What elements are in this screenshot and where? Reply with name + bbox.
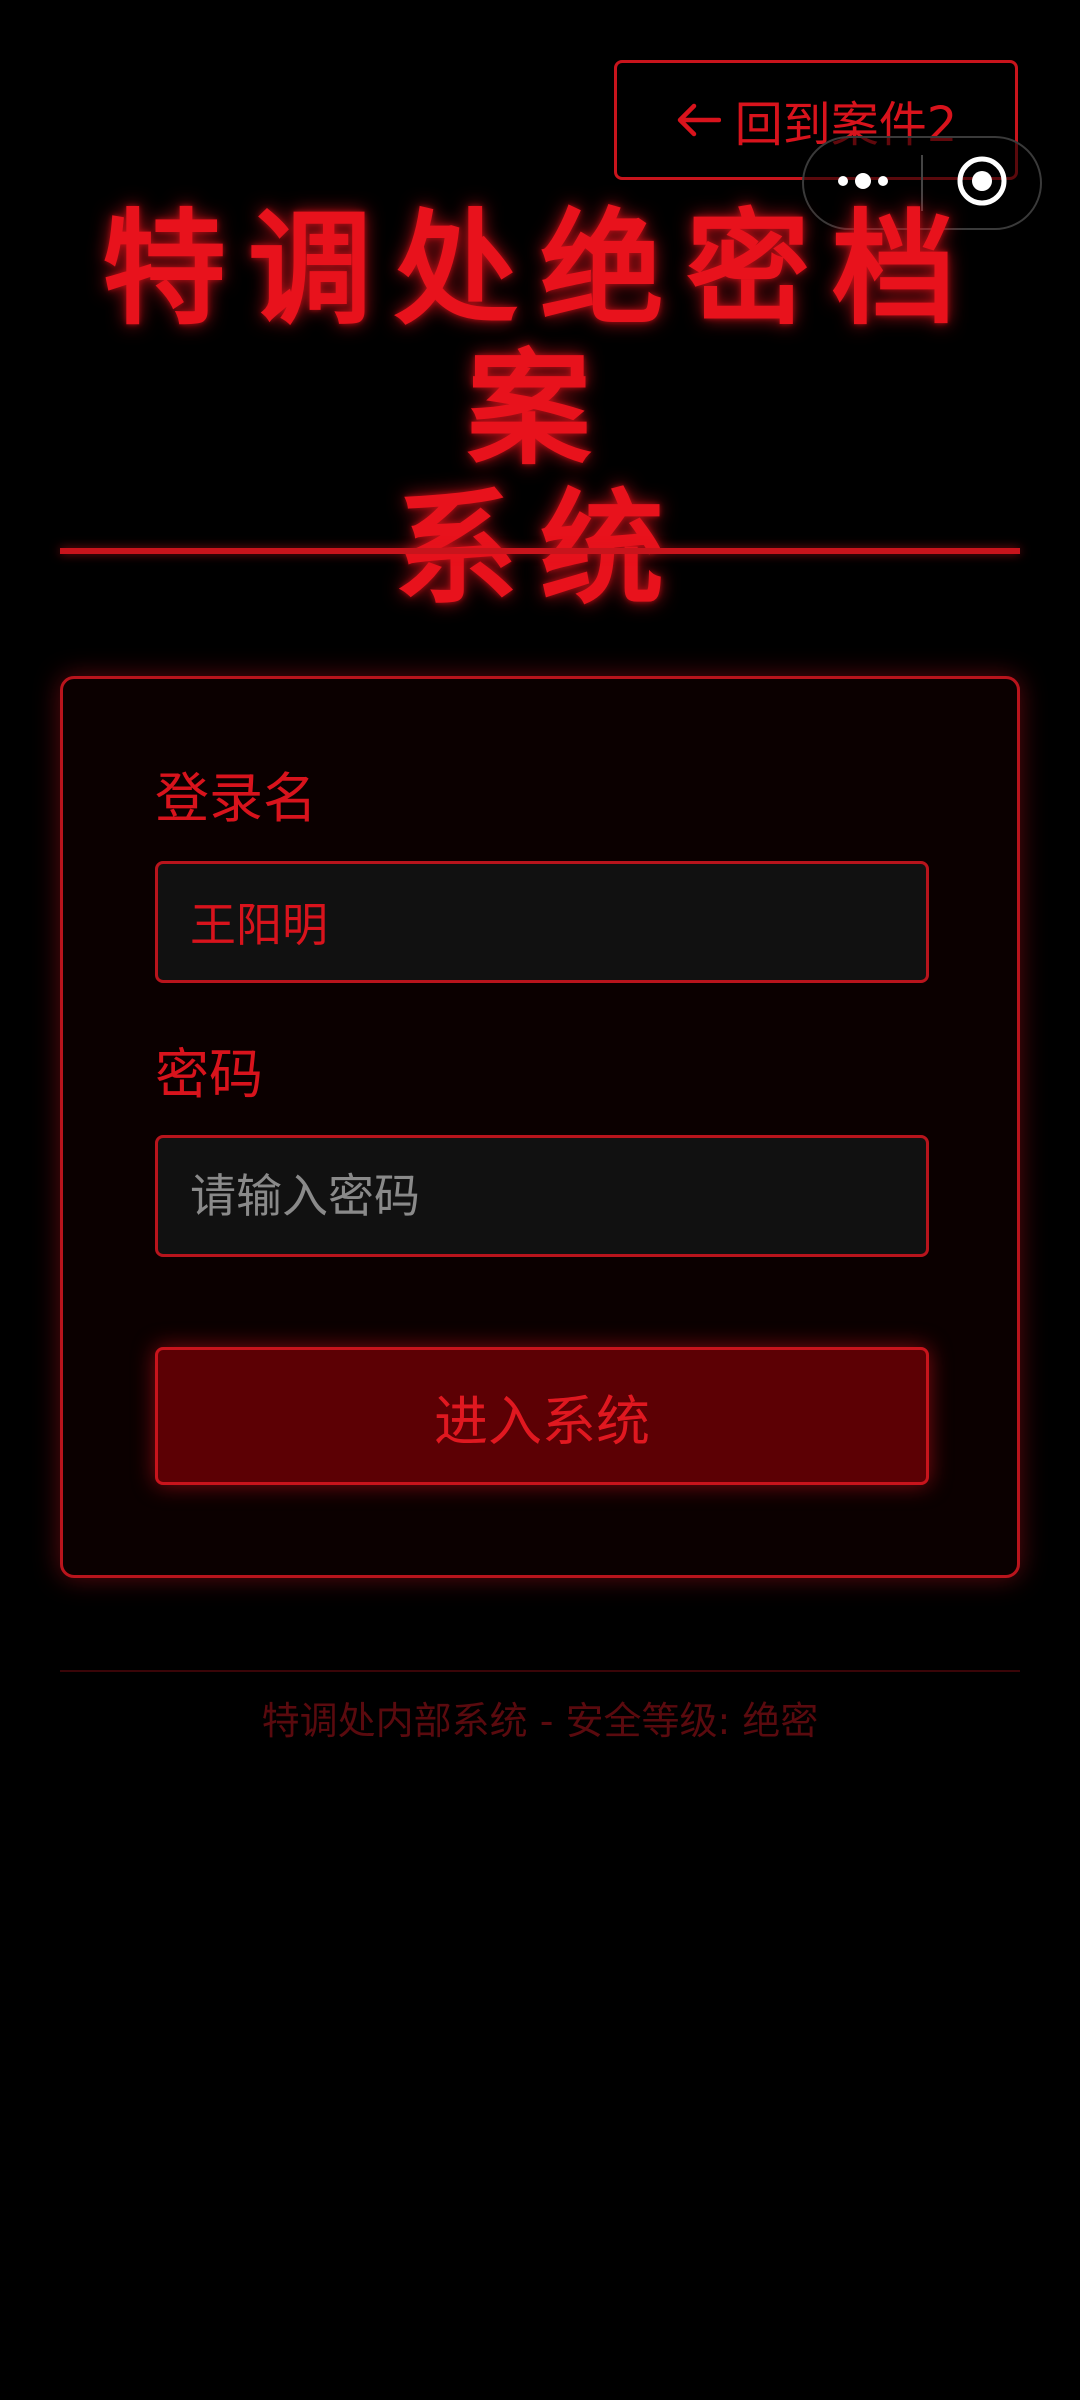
enter-system-button[interactable]: 进入系统	[155, 1347, 929, 1485]
footer-divider	[60, 1670, 1020, 1672]
password-label: 密码	[155, 1043, 263, 1106]
login-card: 登录名 密码 进入系统	[60, 676, 1020, 1578]
arrow-left-icon	[675, 102, 721, 138]
more-dots-icon	[835, 171, 891, 195]
login-page: 回到案件2 特调处绝密档案 系统 登录名 王阳明 密码 进入系统 特调处内部系统…	[0, 0, 1080, 2400]
title-divider	[60, 548, 1020, 554]
username-label: 登录名	[155, 767, 317, 830]
username-input[interactable]	[155, 861, 929, 983]
footer-text: 特调处内部系统 - 安全等级: 绝密	[261, 1699, 819, 1743]
page-title: 特调处绝密档案 系统	[40, 200, 1040, 620]
title-line-1: 特调处绝密档案	[101, 198, 978, 482]
password-input[interactable]	[155, 1135, 929, 1257]
